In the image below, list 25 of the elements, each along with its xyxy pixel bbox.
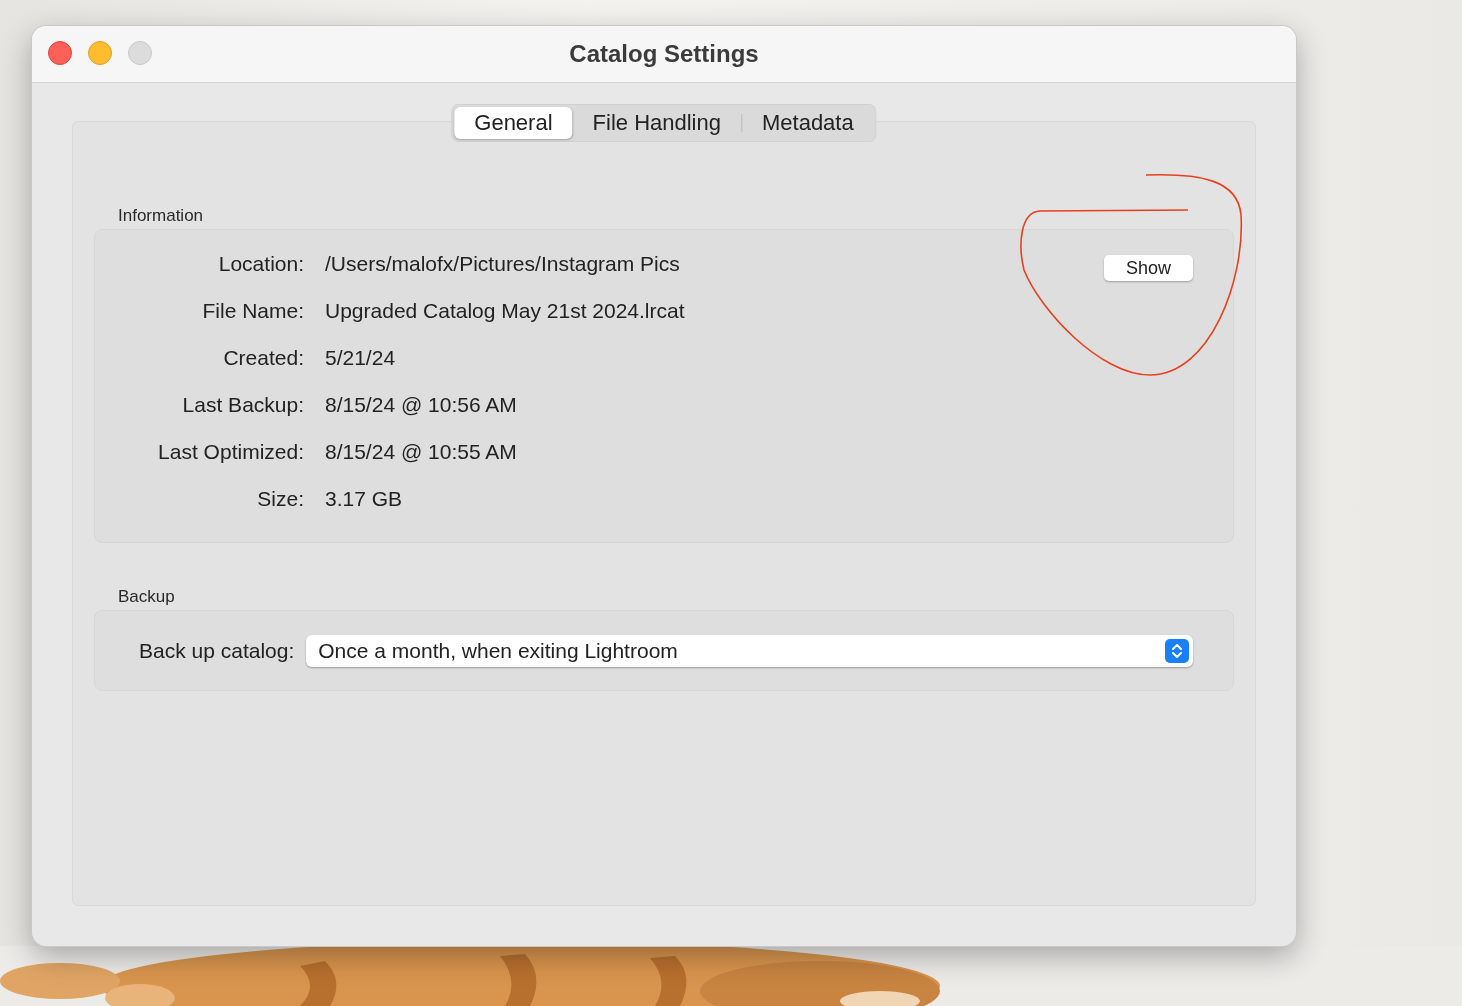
- show-button[interactable]: Show: [1104, 255, 1193, 281]
- dropdown[interactable]: Once a month, when exiting Lightroom: [306, 634, 1193, 667]
- window-title: Catalog Settings: [569, 40, 759, 68]
- field-value: 5/21/24: [325, 346, 396, 370]
- field-label: Last Backup:: [181, 393, 304, 417]
- field-label: Location:: [217, 252, 304, 276]
- tab[interactable]: File Handling: [572, 107, 741, 139]
- field-value: 8/15/24 @ 10:56 AM: [325, 393, 517, 417]
- zoom-button[interactable]: [128, 41, 152, 65]
- section-heading: Information: [118, 206, 204, 226]
- field-value: 3.17 GB: [325, 487, 403, 511]
- minimize-button[interactable]: [88, 41, 112, 65]
- field-value: 8/15/24 @ 10:55 AM: [325, 440, 517, 464]
- field-label: File Name:: [201, 299, 304, 323]
- field-value: Upgraded Catalog May 21st 2024.lrcat: [325, 299, 685, 323]
- close-button[interactable]: [48, 41, 72, 65]
- field-label: Back up catalog:: [139, 638, 295, 663]
- field-label: Last Optimized:: [157, 440, 304, 464]
- field-label: Size:: [256, 487, 304, 511]
- field-label: Created:: [222, 346, 304, 370]
- section-heading: Backup: [118, 587, 175, 607]
- chevron-updown-icon: [1165, 638, 1189, 663]
- tab[interactable]: Metadata: [742, 107, 874, 139]
- tab[interactable]: General: [454, 107, 573, 139]
- field-value: /Users/malofx/Pictures/Instagram Pics: [325, 252, 680, 276]
